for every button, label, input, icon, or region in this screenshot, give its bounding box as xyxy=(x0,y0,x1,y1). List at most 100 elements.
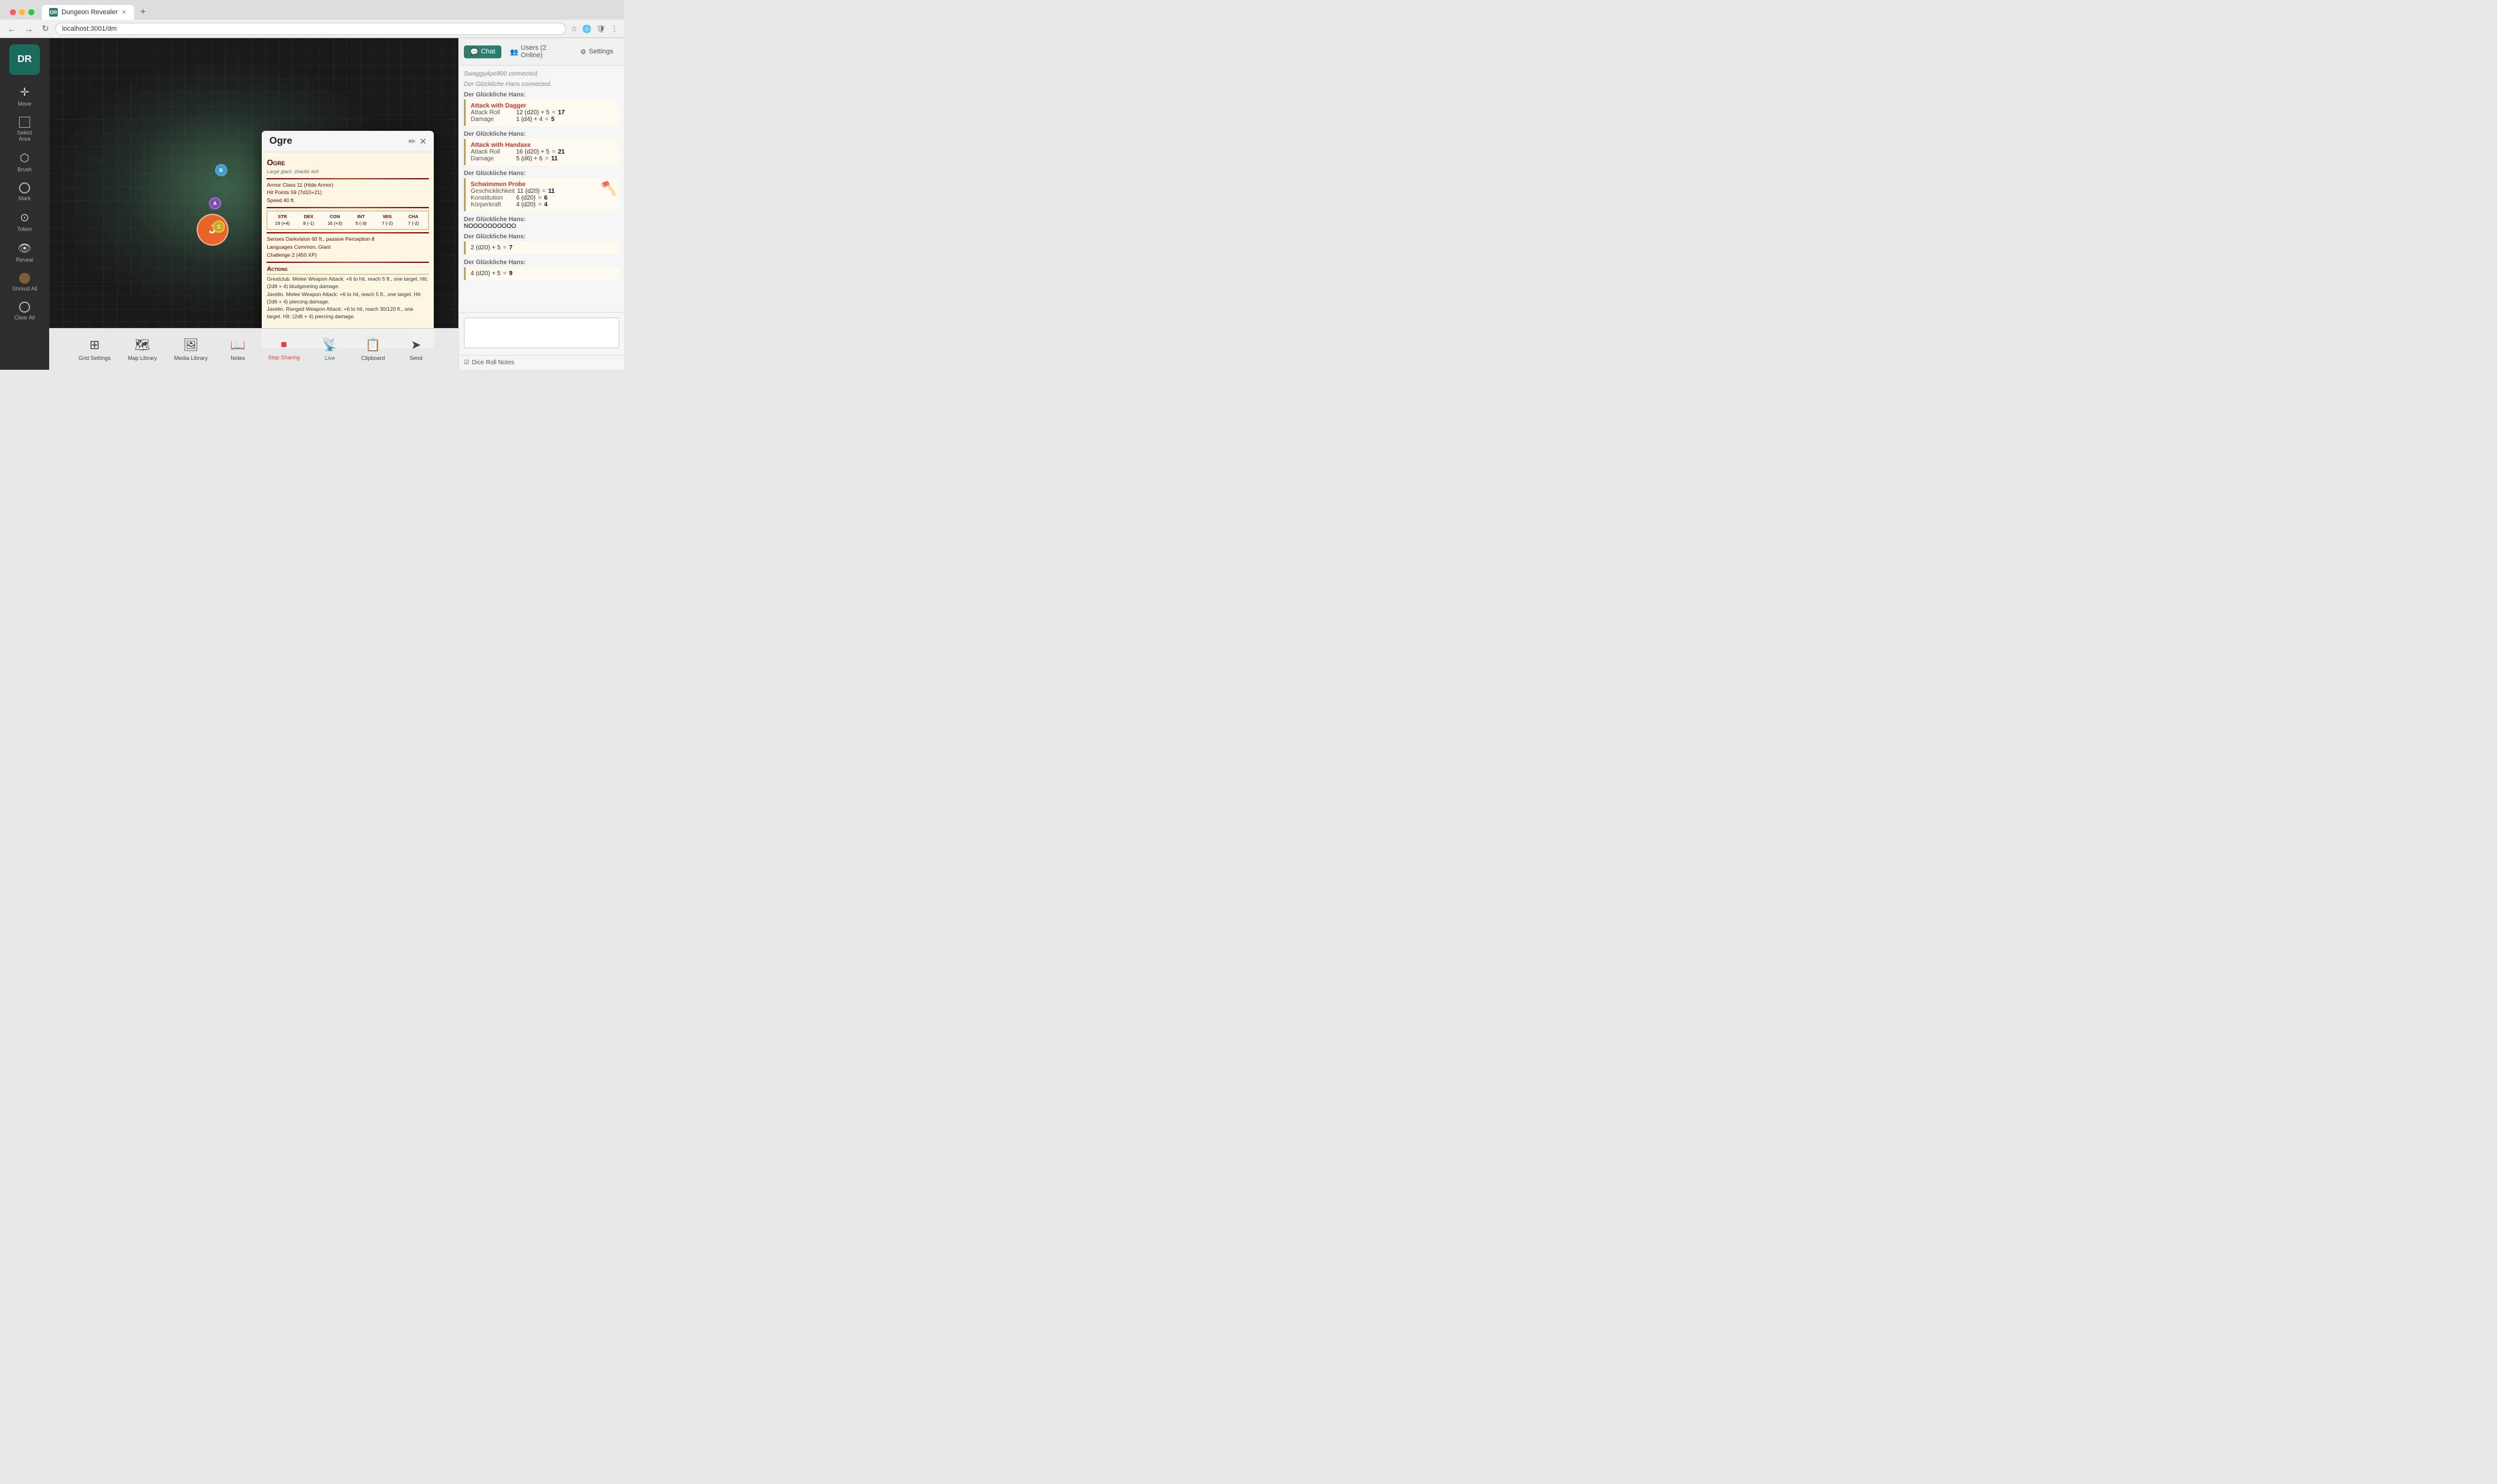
monster-javelin-melee: Javelin. Melee Weapon Attack: +6 to hit,… xyxy=(267,291,429,306)
settings-tab[interactable]: ⚙ Settings xyxy=(574,45,619,58)
token-b-label: B xyxy=(219,168,223,173)
reveal-icon: 👁 xyxy=(18,242,32,255)
tool-shroud-all[interactable]: Shroud All xyxy=(3,269,46,295)
roll-formula: 6 (d20) xyxy=(516,195,536,201)
chat-message-2: Der Glückliche Hans: Attack with Dagger … xyxy=(464,92,619,127)
roll-block-6: 2 (d20) + 5 = 7 xyxy=(464,241,619,254)
popup-close-button[interactable]: ✕ xyxy=(420,136,427,147)
roll-equals: = xyxy=(542,188,546,195)
tab-bar: DR Dungeon Revealer ✕ + xyxy=(0,0,624,20)
tool-mark[interactable]: Mark xyxy=(3,179,46,205)
popup-edit-button[interactable]: ✏ xyxy=(409,136,416,147)
url-text: localhost:3001/dm xyxy=(62,25,117,33)
axe-image: 🪓 xyxy=(600,181,617,197)
toolbar-clipboard[interactable]: 📋 Clipboard xyxy=(351,332,394,366)
token-a-label: A xyxy=(213,201,217,206)
browser-chrome: DR Dungeon Revealer ✕ + ← → ↻ localhost:… xyxy=(0,0,624,38)
ability-dex: DEX 8 (-1) xyxy=(296,214,321,227)
toolbar-send[interactable]: ➤ Send xyxy=(394,332,437,366)
toolbar-grid-settings[interactable]: ⊞ Grid Settings xyxy=(70,332,119,366)
roll-formula: 11 (d20) xyxy=(517,188,540,195)
ability-wis: WIS 7 (-2) xyxy=(375,214,400,227)
roll-formula: 5 (d6) + 6 xyxy=(516,155,543,162)
chat-message-3: Der Glückliche Hans: Attack with Handaxe… xyxy=(464,131,619,166)
maximize-window-dot[interactable] xyxy=(28,9,34,15)
right-panel-header: 💬 Chat 👥 Users (2 Online) ⚙ Settings xyxy=(459,38,624,66)
roll-result: 9 xyxy=(509,270,513,277)
tool-clear-all[interactable]: Clear All xyxy=(3,298,46,324)
chat-message-6: Der Glückliche Hans: 2 (d20) + 5 = 7 xyxy=(464,233,619,256)
roll-label: Attack Roll xyxy=(471,149,514,155)
roll-line-konstitution: Konstitution 6 (d20) = 6 xyxy=(471,195,614,201)
chat-tab[interactable]: 💬 Chat xyxy=(464,45,501,58)
chat-input[interactable] xyxy=(464,318,619,348)
dice-roll-label: Dice Roll Notes xyxy=(472,359,514,366)
close-window-dot[interactable] xyxy=(10,9,16,15)
toolbar-notes[interactable]: 📖 Notes xyxy=(216,332,259,366)
roll-equals: = xyxy=(545,116,549,123)
map-area[interactable]: J B A C PATREON | NEUTRAL PARTY Ogre ✏ ✕… xyxy=(49,38,458,370)
tool-shroud-label: Shroud All xyxy=(12,286,37,292)
forward-button[interactable]: → xyxy=(22,23,36,35)
roll-equals: = xyxy=(503,244,507,251)
tool-token[interactable]: ⊙ Token xyxy=(3,208,46,236)
toolbar-send-label: Send xyxy=(410,355,423,361)
chat-tab-icon: 💬 xyxy=(470,48,479,56)
settings-icon: ⚙ xyxy=(580,48,586,56)
roll-line-handaxe-damage: Damage 5 (d6) + 6 = 11 xyxy=(471,155,614,162)
dice-roll-footer[interactable]: ☑ Dice Roll Notes xyxy=(459,355,624,370)
toolbar-map-library[interactable]: 🗺 Map Library xyxy=(119,332,166,366)
tool-select-area[interactable]: SelectArea xyxy=(3,113,46,146)
chat-messages: SwaggyApe800 connected. Der Glückliche H… xyxy=(459,66,624,312)
monster-senses: Senses Darkvision 60 ft., passive Percep… xyxy=(267,236,429,243)
chat-message-5: Der Glückliche Hans: NOOOOOOOOOO xyxy=(464,216,619,230)
chat-message-1: Der Glückliche Hans connected. xyxy=(464,81,619,88)
chat-tab-label: Chat xyxy=(481,48,495,55)
shield-icon[interactable]: 🛡 xyxy=(595,23,607,34)
browser-tab[interactable]: DR Dungeon Revealer ✕ xyxy=(42,5,134,20)
minimize-window-dot[interactable] xyxy=(19,9,25,15)
tool-move-label: Move xyxy=(18,101,31,107)
tool-clear-label: Clear All xyxy=(14,314,35,321)
roll-result: 11 xyxy=(548,188,555,195)
msg-text-5: NOOOOOOOOOO xyxy=(464,223,619,230)
toolbar-stop-sharing[interactable]: ⏹ Stop Sharing xyxy=(259,333,308,365)
refresh-button[interactable]: ↻ xyxy=(39,22,52,35)
monster-greatclub: Greatclub. Melee Weapon Attack: +6 to hi… xyxy=(267,276,429,291)
ability-str: STR 19 (+4) xyxy=(270,214,295,227)
roll-formula: 16 (d20) + 5 xyxy=(516,149,549,155)
back-button[interactable]: ← xyxy=(5,23,18,35)
url-input[interactable]: localhost:3001/dm xyxy=(55,23,566,35)
toolbar-grid-label: Grid Settings xyxy=(79,355,111,361)
extensions-icon[interactable]: 🌐 xyxy=(581,23,593,34)
monster-armor: Armor Class 11 (Hide Armor) xyxy=(267,182,429,189)
roll-result: 7 xyxy=(509,244,513,251)
tool-reveal[interactable]: 👁 Reveal xyxy=(3,238,46,267)
monster-speed: Speed 40 ft. xyxy=(267,197,429,205)
roll-result: 4 xyxy=(544,201,548,208)
roll-label: Damage xyxy=(471,116,514,123)
tool-reveal-label: Reveal xyxy=(16,257,33,263)
menu-icon[interactable]: ⋮ xyxy=(610,23,619,34)
roll-equals: = xyxy=(538,201,542,208)
roll-line-koerperkraft: Körperkraft 4 (d20) = 4 xyxy=(471,201,614,208)
token-a[interactable]: A xyxy=(209,197,221,209)
msg-sender-5: Der Glückliche Hans: xyxy=(464,216,619,223)
tool-move[interactable]: ✛ Move xyxy=(3,82,46,111)
toolbar-live[interactable]: 📡 Live xyxy=(308,332,351,366)
toolbar-media-library[interactable]: 🖼 Media Library xyxy=(165,332,216,366)
roll-label: Damage xyxy=(471,155,514,162)
tab-close-button[interactable]: ✕ xyxy=(122,9,127,16)
bookmark-icon[interactable]: ☆ xyxy=(570,23,579,34)
roll-equals: = xyxy=(552,109,555,116)
right-panel: 💬 Chat 👥 Users (2 Online) ⚙ Settings Swa… xyxy=(458,38,624,370)
roll-equals: = xyxy=(538,195,542,201)
ability-cha: CHA 7 (-2) xyxy=(401,214,426,227)
tool-brush[interactable]: ⬡ Brush xyxy=(3,148,46,176)
roll-result: 11 xyxy=(551,155,558,162)
msg-sender-4: Der Glückliche Hans: xyxy=(464,170,619,177)
users-tab[interactable]: 👥 Users (2 Online) xyxy=(504,42,571,61)
ability-int: INT 5 (-3) xyxy=(348,214,374,227)
new-tab-button[interactable]: + xyxy=(136,6,149,19)
token-b[interactable]: B xyxy=(215,164,227,176)
